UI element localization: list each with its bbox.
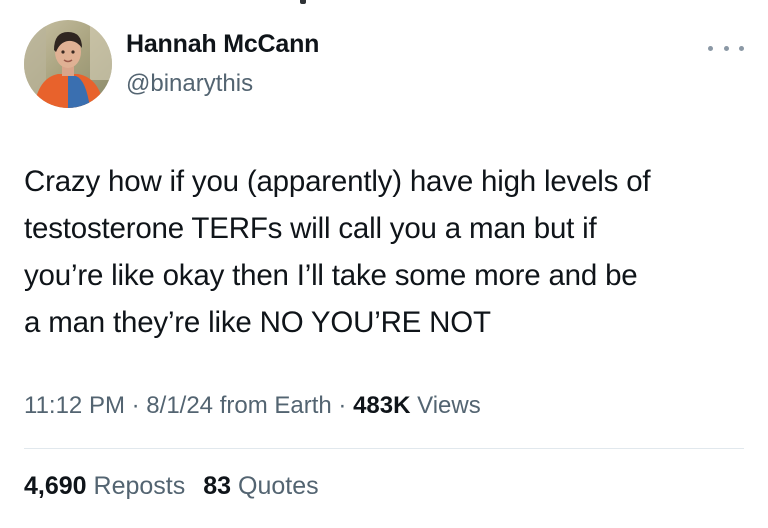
tweet-time: 11:12 PM bbox=[24, 392, 125, 419]
tweet-source: from Earth bbox=[219, 392, 332, 419]
quotes-link[interactable]: 83 Quotes bbox=[203, 472, 318, 500]
quotes-count: 83 bbox=[203, 472, 232, 500]
tweet-meta: 11:12 PM · 8/1/24 from Earth · 483K View… bbox=[24, 392, 481, 420]
display-name[interactable]: Hannah McCann bbox=[126, 30, 319, 59]
engagement-stats: 4,690 Reposts 83 Quotes bbox=[24, 472, 319, 501]
tweet-date: 8/1/24 bbox=[146, 392, 214, 419]
tweet-text-line: Crazy how if you (apparently) have high … bbox=[24, 165, 651, 198]
quotes-label: Quotes bbox=[238, 472, 319, 500]
views-count: 483K bbox=[353, 392, 411, 419]
more-options-icon[interactable] bbox=[708, 38, 744, 58]
tweet-text: Crazy how if you (apparently) have high … bbox=[24, 158, 754, 346]
meta-separator: · bbox=[338, 392, 347, 419]
tweet-text-line: a man they’re like NO YOU’RE NOT bbox=[24, 306, 491, 339]
reposts-count: 4,690 bbox=[24, 472, 87, 500]
tweet-text-line: you’re like okay then I’ll take some mor… bbox=[24, 259, 638, 292]
more-dot bbox=[739, 45, 744, 51]
reposts-label: Reposts bbox=[93, 472, 186, 500]
more-dot bbox=[723, 45, 729, 51]
avatar[interactable] bbox=[24, 20, 112, 108]
user-handle[interactable]: @binarythis bbox=[126, 70, 253, 98]
tweet-timestamp[interactable]: 11:12 PM · 8/1/24 bbox=[24, 392, 213, 419]
more-dot bbox=[708, 45, 713, 51]
cropped-top-edge bbox=[300, 0, 306, 4]
divider bbox=[24, 448, 744, 449]
reposts-link[interactable]: 4,690 Reposts bbox=[24, 472, 185, 500]
meta-separator: · bbox=[131, 392, 140, 419]
tweet-text-line: testosterone TERFs will call you a man b… bbox=[24, 212, 597, 245]
views-label: Views bbox=[417, 392, 481, 419]
profile-photo-icon bbox=[24, 20, 112, 108]
